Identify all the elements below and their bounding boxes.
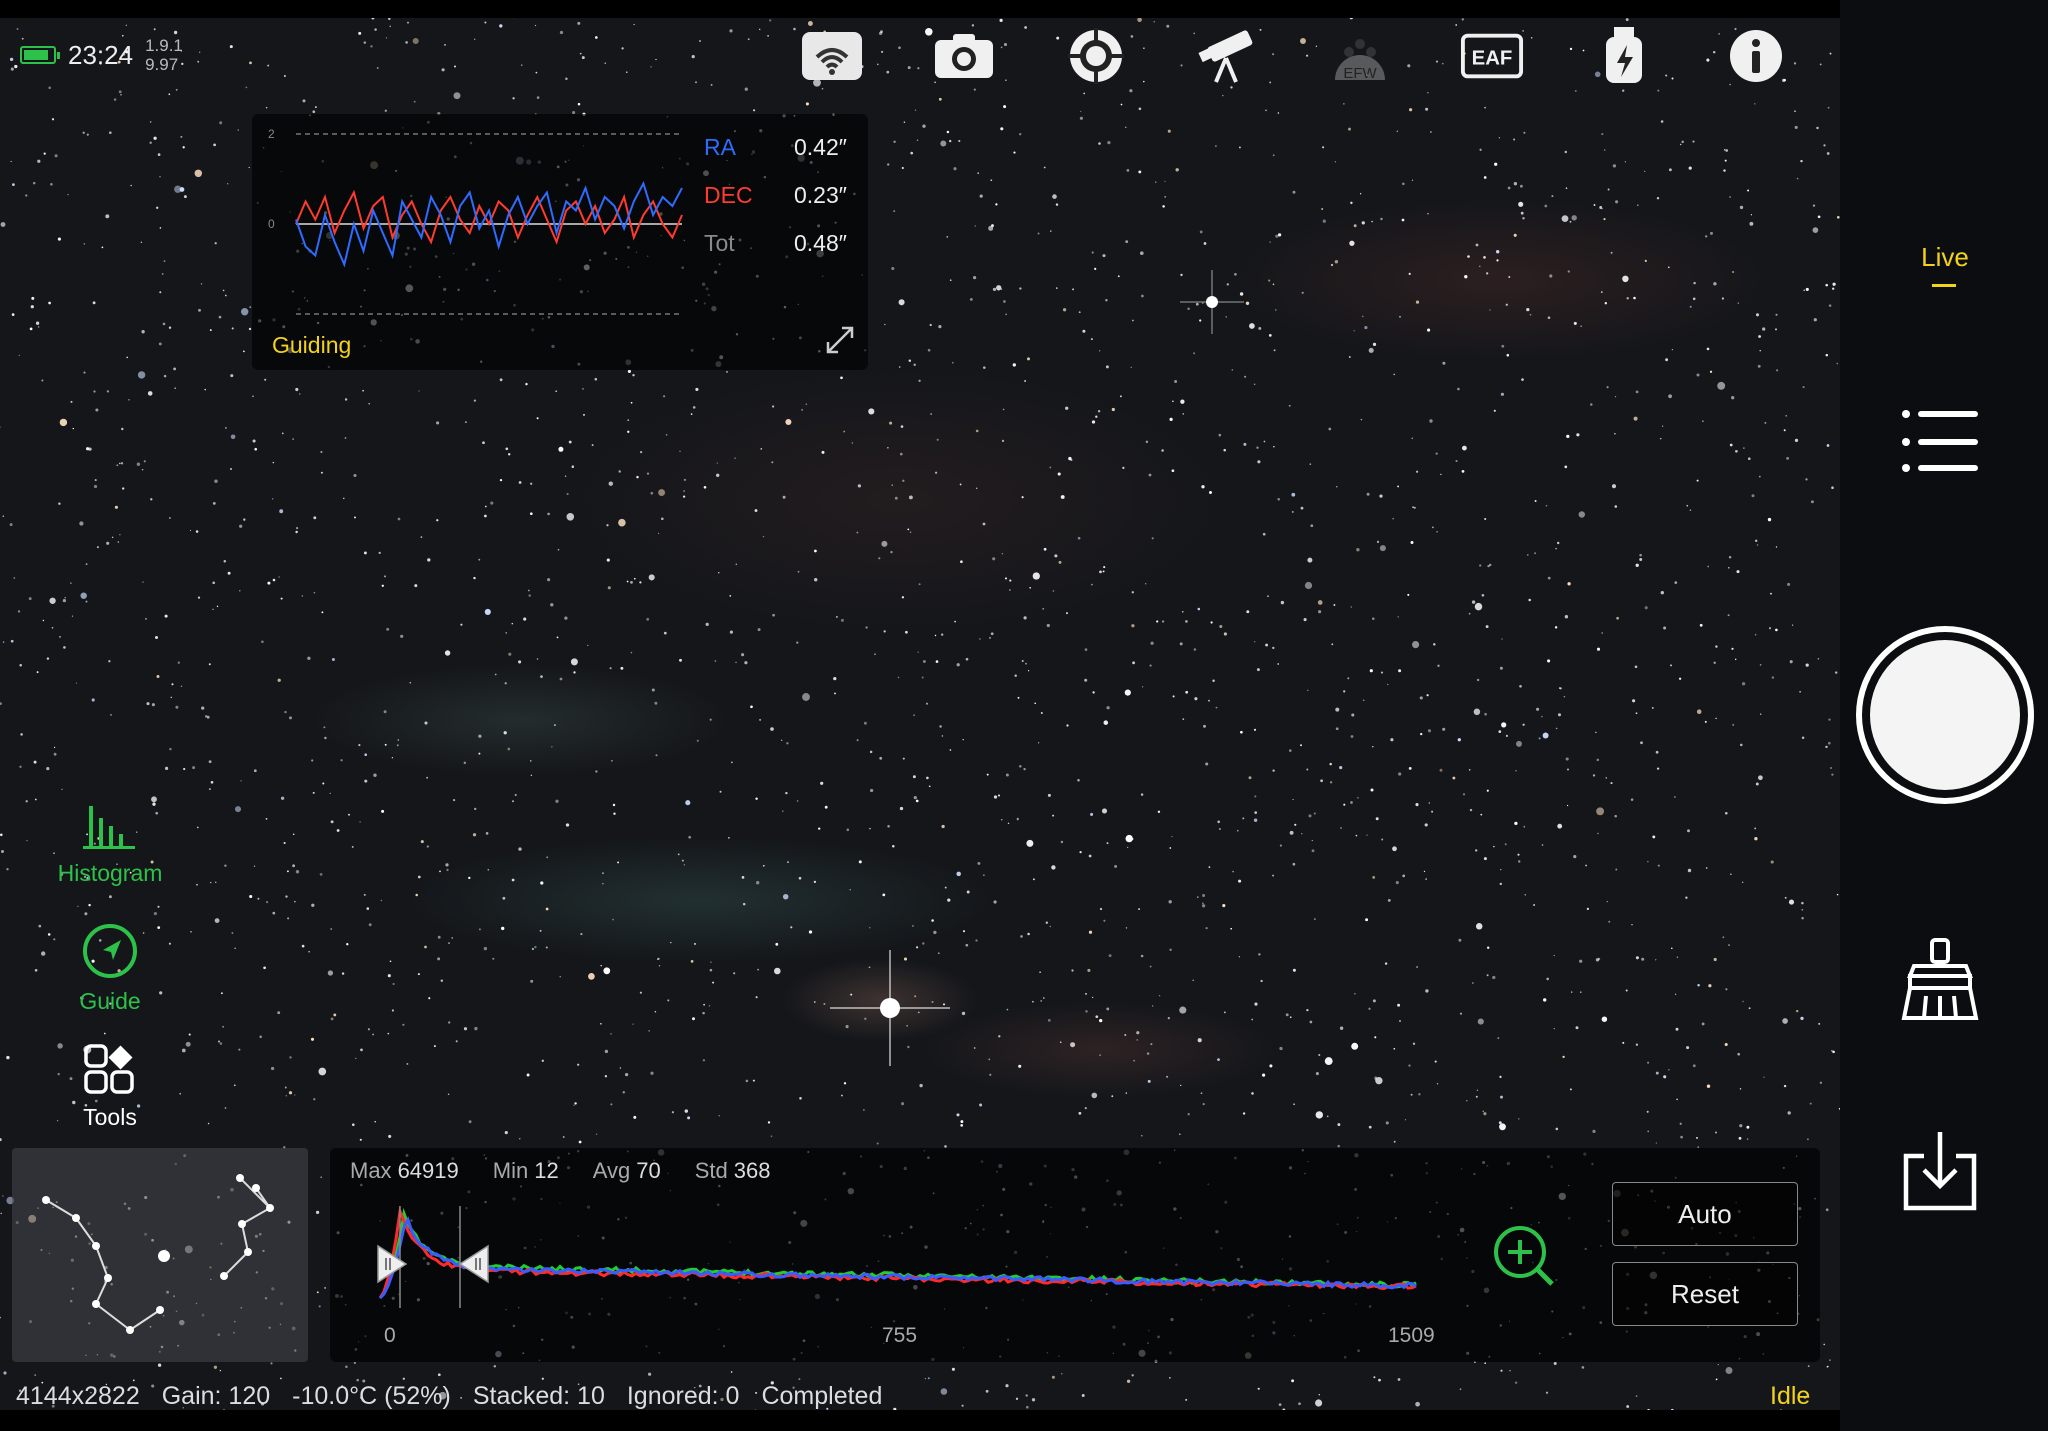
download-icon[interactable] (1896, 1128, 1984, 1216)
version-bottom: 9.97 (145, 55, 179, 74)
ra-label: RA (704, 134, 736, 160)
top-edge (0, 0, 2048, 18)
status-cluster: 23:24 1.9.1 9.97 (20, 36, 183, 74)
status-line: 4144x2822 Gain: 120 -10.0°C (52%) Stacke… (16, 1382, 882, 1411)
total-label: Tot (704, 230, 735, 256)
tools-icon (84, 1044, 134, 1094)
hist-axis-mid: 755 (882, 1324, 918, 1347)
ra-value: 0.42″ (794, 134, 847, 160)
guide-axis-top: 2 (268, 127, 275, 141)
mode-status: Idle (1770, 1382, 1811, 1410)
live-tab-indicator (1932, 284, 1956, 287)
reset-button[interactable]: Reset (1612, 1262, 1798, 1326)
hist-axis-0: 0 (384, 1324, 396, 1347)
eaf-icon[interactable]: EAF (1460, 28, 1524, 84)
efw-icon[interactable]: EFW (1328, 28, 1392, 84)
histogram-tool-label: Histogram (57, 860, 163, 886)
wifi-icon[interactable] (800, 28, 864, 84)
total-stat: Tot 0.48″ (704, 230, 847, 257)
clean-brush-icon[interactable] (1896, 936, 1984, 1024)
eaf-label: EAF (1472, 48, 1513, 70)
histogram-icon (83, 806, 135, 849)
dec-value: 0.23″ (794, 182, 847, 208)
histogram-blue-curve (378, 1216, 1417, 1300)
temperature: -10.0°C (52%) (292, 1382, 451, 1410)
guide-tool-label: Guide (79, 988, 141, 1014)
guider-icon[interactable] (1064, 28, 1128, 84)
sky-minimap[interactable] (12, 1148, 308, 1362)
constellation-map (42, 1174, 274, 1334)
tools-tool[interactable]: Tools (40, 1042, 180, 1131)
histogram-panel: Max 64919 Min 12 Avg 70 Std 368 0 755 1509 A… (330, 1148, 1820, 1362)
guide-icon (83, 924, 137, 978)
version-info: 1.9.1 9.97 (145, 36, 183, 74)
guide-tool[interactable]: Guide (40, 922, 180, 1015)
device-toolbar: EFW EAF (800, 27, 1788, 84)
stack-state: Completed (761, 1382, 883, 1410)
clock: 23:24 (68, 39, 134, 70)
auto-button[interactable]: Auto (1612, 1182, 1798, 1246)
menu-list-icon[interactable] (1896, 398, 1984, 486)
ignored-count: Ignored: 0 (626, 1382, 740, 1410)
tools-tool-label: Tools (83, 1104, 137, 1130)
total-value: 0.48″ (794, 230, 847, 256)
zoom-in-icon[interactable] (1492, 1224, 1558, 1290)
battery-icon (20, 46, 60, 64)
dec-series-line (295, 189, 683, 245)
ra-stat: RA 0.42″ (704, 134, 847, 161)
white-point-handle (458, 1244, 489, 1284)
info-icon[interactable] (1724, 28, 1788, 84)
usb-power-icon[interactable] (1592, 27, 1656, 84)
shutter-inner (1870, 640, 2020, 790)
guiding-panel[interactable]: 2 0 RA 0.42″ DEC 0.23″ Tot 0.48″ Guiding (252, 114, 868, 370)
live-mode-tab[interactable]: Live (1918, 242, 1972, 273)
histogram-tool[interactable]: Histogram (40, 804, 180, 887)
telescope-icon[interactable] (1196, 28, 1260, 84)
bottom-edge (0, 1410, 2048, 1431)
dec-label: DEC (704, 182, 753, 208)
guide-axis-mid: 0 (268, 217, 275, 231)
stacked-count: Stacked: 10 (472, 1382, 605, 1410)
shutter-button[interactable] (1856, 626, 2034, 804)
guiding-title: Guiding (272, 332, 352, 358)
expand-icon[interactable] (824, 324, 856, 356)
resolution: 4144x2822 (16, 1382, 140, 1410)
version-top: 1.9.1 (145, 36, 183, 55)
camera-icon[interactable] (932, 28, 996, 84)
histogram-red-curve (378, 1205, 1417, 1299)
efw-label: EFW (1343, 65, 1377, 82)
hist-axis-max: 1509 (1388, 1324, 1435, 1347)
gain: Gain: 120 (161, 1382, 271, 1410)
dec-stat: DEC 0.23″ (704, 182, 847, 209)
